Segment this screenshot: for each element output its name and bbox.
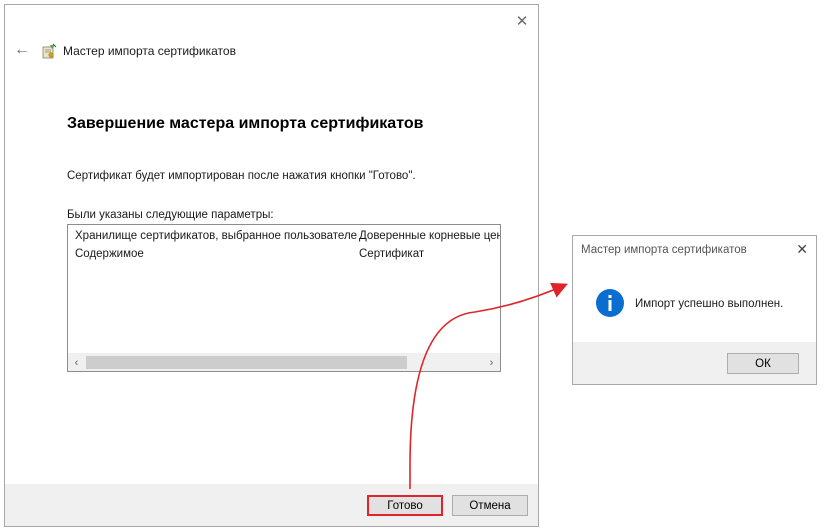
dialog-message: Импорт успешно выполнен. — [635, 298, 784, 310]
parameters-list[interactable]: Хранилище сертификатов, выбранное пользо… — [67, 224, 501, 372]
param-name: Содержимое — [75, 248, 144, 260]
back-arrow-icon[interactable]: ← — [14, 42, 30, 58]
screen: ✕ ← Мастер импорта сертификатов Завершен… — [0, 0, 824, 531]
wizard-title: Мастер импорта сертификатов — [63, 44, 236, 58]
param-name: Хранилище сертификатов, выбранное пользо… — [75, 230, 357, 242]
close-icon[interactable]: ✕ — [796, 242, 808, 256]
certificate-import-wizard-window: ✕ ← Мастер импорта сертификатов Завершен… — [4, 4, 539, 527]
scroll-right-icon[interactable]: › — [483, 354, 500, 371]
scroll-left-icon[interactable]: ‹ — [68, 354, 85, 371]
horizontal-scrollbar[interactable]: ‹ › — [68, 353, 500, 371]
finish-button[interactable]: Готово — [367, 495, 443, 516]
page-heading: Завершение мастера импорта сертификатов — [67, 115, 424, 132]
info-icon — [596, 289, 624, 317]
wizard-footer: Готово Отмена — [5, 484, 538, 526]
close-icon[interactable]: ✕ — [513, 12, 531, 30]
import-result-dialog: Мастер импорта сертификатов ✕ Импорт усп… — [572, 235, 817, 385]
dialog-title: Мастер импорта сертификатов — [581, 244, 747, 256]
params-label: Были указаны следующие параметры: — [67, 209, 274, 221]
cancel-button[interactable]: Отмена — [452, 495, 528, 516]
scrollbar-thumb[interactable] — [86, 356, 407, 369]
wizard-title-row: Мастер импорта сертификатов — [41, 42, 236, 60]
param-value: Доверенные корневые центры сертификации — [359, 230, 501, 242]
dialog-footer: ОК — [573, 342, 816, 384]
param-value: Сертификат — [359, 248, 425, 260]
ok-button[interactable]: ОК — [727, 353, 799, 374]
certificate-wizard-icon — [42, 43, 57, 59]
list-item[interactable]: Содержимое Сертификат — [68, 248, 500, 262]
info-text: Сертификат будет импортирован после нажа… — [67, 170, 416, 182]
list-item[interactable]: Хранилище сертификатов, выбранное пользо… — [68, 230, 500, 244]
